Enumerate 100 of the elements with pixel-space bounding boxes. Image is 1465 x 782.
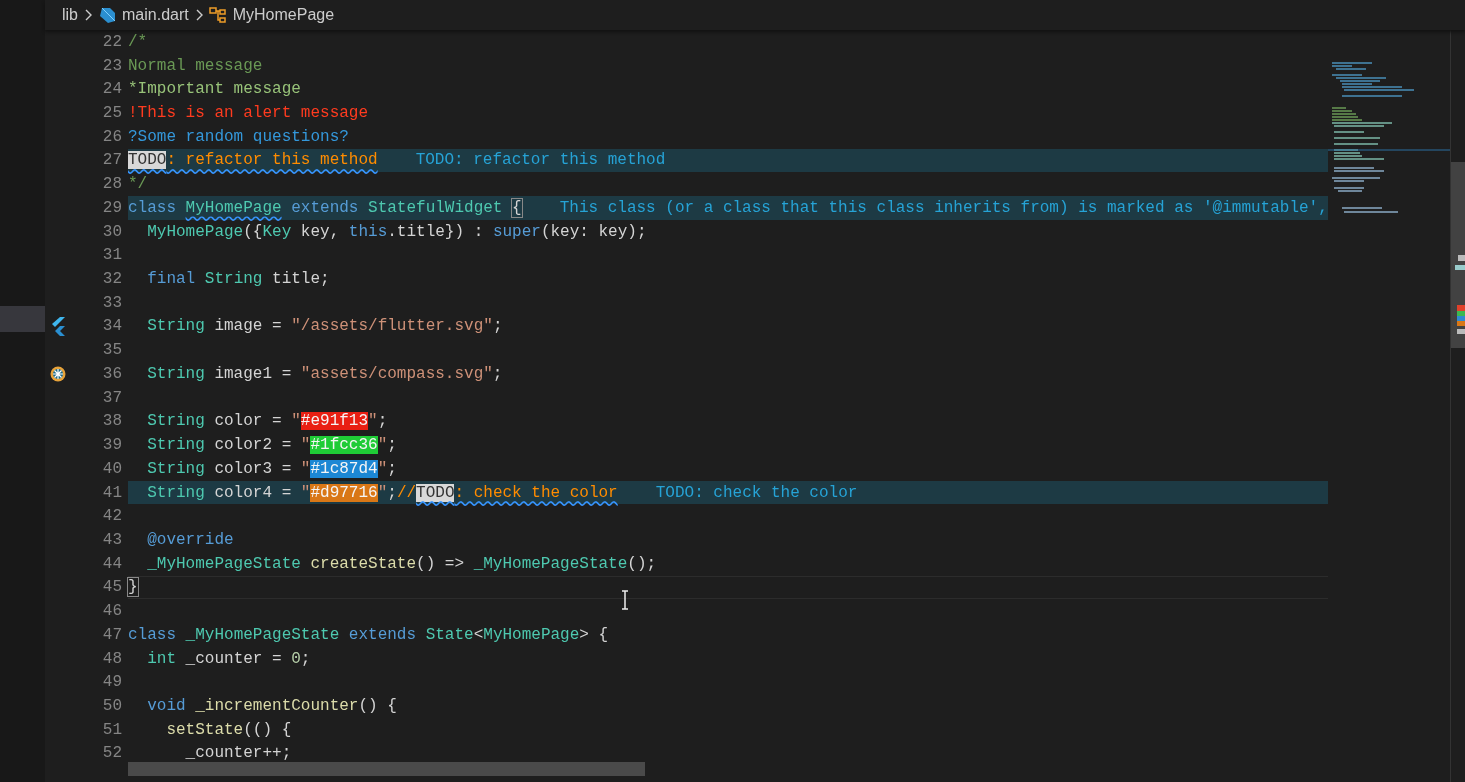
line-number: 30 [101, 222, 122, 241]
code-string: "assets/compass.svg" [300, 364, 493, 383]
line-number: 28 [101, 175, 122, 194]
breadcrumb-item[interactable]: lib [62, 6, 78, 24]
code-text: _counter++; [184, 744, 292, 763]
code-text: (key: key); [540, 222, 647, 241]
code-keyword: class [128, 625, 176, 644]
code-text: ({ [243, 222, 263, 241]
breadcrumb-item[interactable]: main.dart [122, 6, 189, 24]
code-string: " [291, 412, 301, 431]
code-type: String [146, 459, 205, 478]
code-text: ; [387, 483, 397, 502]
code-string: " [377, 459, 388, 478]
code-function: createState [309, 554, 417, 573]
code-type: String [146, 317, 205, 336]
line-number: 36 [101, 364, 122, 383]
code-text: (() { [243, 720, 292, 739]
line-number: 39 [101, 436, 122, 455]
code-text: ; [377, 412, 388, 431]
inline-hint: TODO: check the color [655, 483, 858, 502]
matching-bracket: } [128, 578, 138, 597]
code-keyword: this [348, 222, 388, 241]
code-comment: /* [128, 32, 148, 51]
code-text: () { [358, 697, 397, 715]
line-number: 50 [101, 697, 122, 715]
code-type: _MyHomePageState [146, 554, 301, 573]
line-number: 37 [101, 388, 122, 407]
code-type: String [146, 412, 205, 431]
line-number: 26 [101, 127, 122, 146]
todo-tag: TODO [128, 151, 167, 170]
inline-hint: TODO: refactor this method [415, 151, 666, 170]
code-type: String [146, 483, 205, 502]
class-icon [208, 6, 227, 24]
code-function: _incrementCounter [194, 697, 359, 715]
code-number: 0 [291, 649, 301, 668]
code-text: image = [213, 317, 283, 336]
selected-item-highlight [0, 306, 45, 332]
code-text: key, [299, 222, 341, 241]
code-text: title; [271, 270, 330, 289]
color-swatch: #e91f13 [300, 412, 369, 431]
code-type: _MyHomePageState [184, 625, 340, 644]
line-number: 33 [101, 293, 122, 312]
line-number: 46 [101, 602, 122, 621]
line-number: 34 [101, 317, 122, 336]
code-text: image1 = [213, 364, 293, 383]
code-keyword: extends [347, 625, 417, 644]
code-string: " [377, 436, 388, 455]
line-number: 38 [101, 412, 122, 431]
code-keyword: void [146, 697, 186, 715]
code-function: setState [165, 720, 244, 739]
compass-icon [48, 364, 67, 383]
code-type: MyHomePage [146, 222, 244, 241]
code-type: State [424, 625, 474, 644]
line-number: 49 [101, 673, 122, 692]
code-type: StatefulWidget [367, 198, 504, 217]
code-text: > { [579, 625, 609, 644]
code-comment: ?Some random questions? [128, 127, 349, 146]
line-number: 51 [101, 720, 122, 739]
code-comment: : refactor this method [166, 151, 378, 170]
code-string: " [368, 412, 378, 431]
code-string: " [377, 483, 388, 502]
line-number: 23 [101, 56, 122, 75]
code-text: color = [213, 412, 283, 431]
scrollbar-thumb[interactable] [1451, 162, 1465, 348]
chevron-icon [84, 9, 92, 21]
line-number: 41 [101, 483, 122, 502]
code-type: MyHomePage [185, 198, 282, 217]
code-type: _MyHomePageState [473, 554, 628, 573]
line-number: 32 [101, 270, 122, 289]
code-text: .title}) : [387, 222, 485, 241]
code-type: String [146, 436, 205, 455]
breadcrumb-item[interactable]: MyHomePage [232, 6, 335, 24]
color-swatch: #1fcc36 [310, 436, 378, 455]
code-keyword: class [128, 198, 177, 217]
code-text: color4 = [213, 483, 293, 502]
code-string: " [300, 459, 311, 478]
todo-tag: TODO [416, 483, 455, 502]
line-number: 47 [101, 625, 122, 644]
line-number: 48 [101, 649, 122, 668]
code-comment: *Important message [128, 80, 301, 99]
line-number: 42 [101, 507, 122, 526]
code-text: color2 = [213, 436, 293, 455]
code-text: _counter = [184, 649, 283, 668]
code-type: String [203, 270, 263, 289]
code-string: " [300, 483, 311, 502]
code-comment: !This is an alert message [128, 104, 369, 122]
line-number: 24 [101, 80, 122, 99]
code-comment: : check the color [454, 483, 618, 502]
code-text: () => [416, 554, 466, 573]
code-type: int [146, 649, 176, 668]
code-string: "/assets/flutter.svg" [291, 317, 493, 336]
code-text: (); [627, 554, 657, 573]
color-swatch: #d97716 [310, 483, 378, 502]
line-number: 45 [101, 578, 122, 597]
code-text: color3 = [213, 459, 293, 478]
code-keyword: super [492, 222, 541, 241]
text-cursor-icon [621, 590, 629, 610]
scrollbar-thumb[interactable] [128, 762, 645, 776]
code-keyword: @override [146, 530, 234, 549]
line-number: 44 [101, 554, 122, 573]
